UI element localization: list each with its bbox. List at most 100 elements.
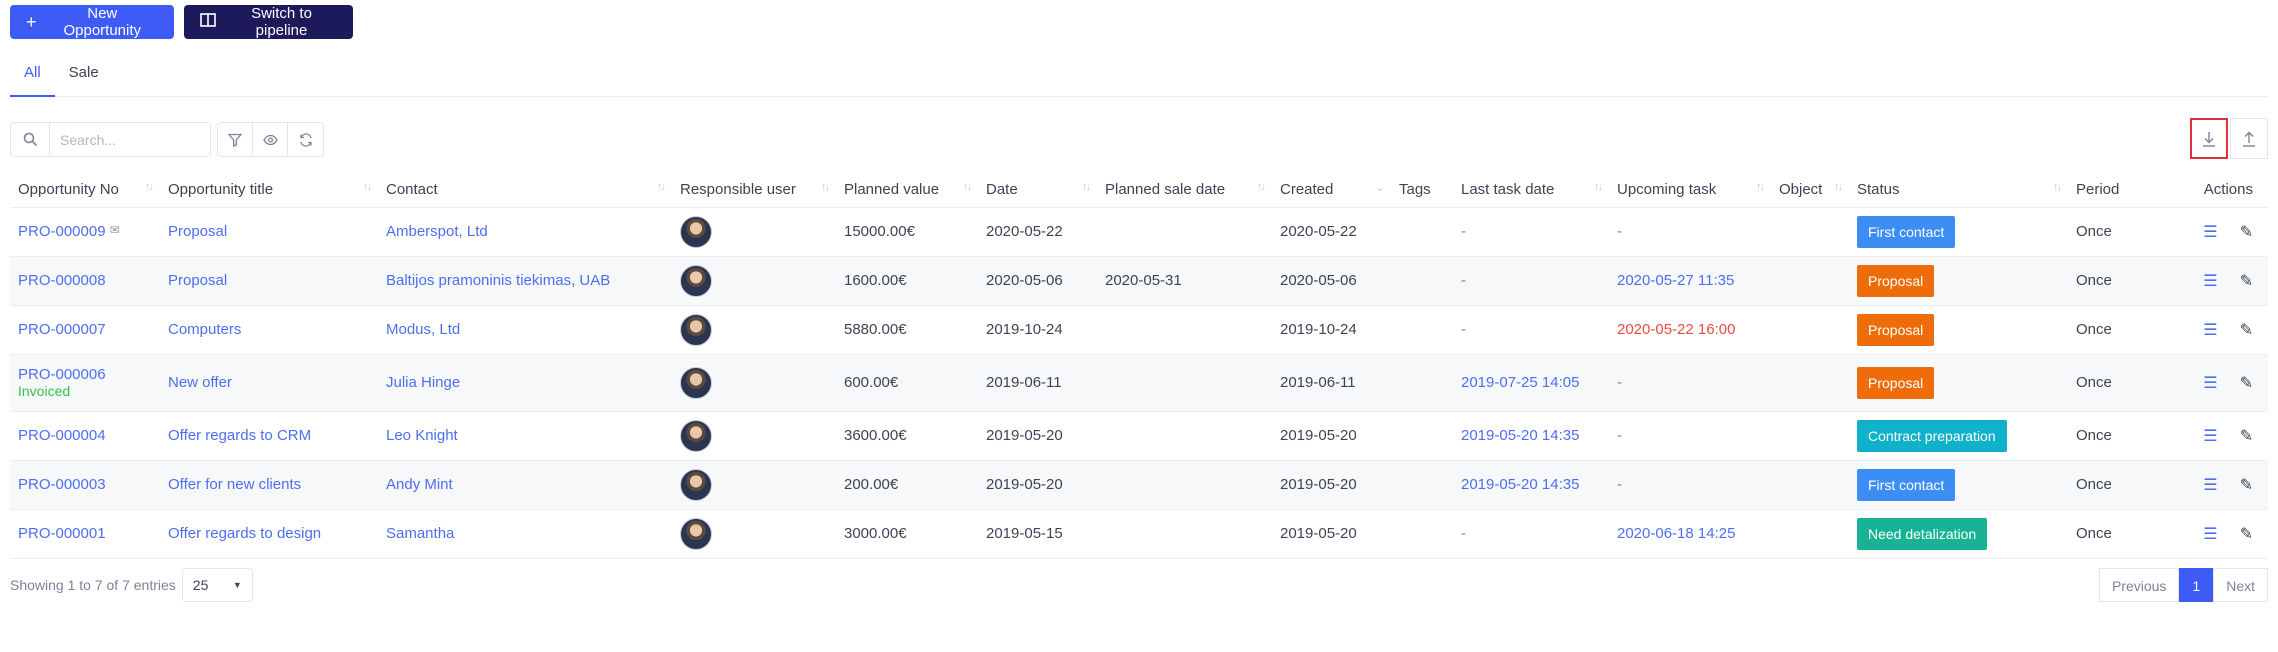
task-list-icon[interactable]: ☰ [2203, 475, 2217, 495]
upcoming-task-cell: 2020-05-22 16:00 [1609, 305, 1771, 355]
avatar[interactable] [680, 468, 712, 501]
task-list-icon[interactable]: ☰ [2203, 222, 2217, 242]
edit-icon[interactable]: ✎ [2240, 524, 2253, 544]
edit-icon[interactable]: ✎ [2240, 222, 2253, 242]
opportunity-no-link[interactable]: PRO-000003 [18, 476, 106, 493]
sort-icon: ↑↓ [963, 181, 972, 193]
opportunity-no-link[interactable]: PRO-000009 [18, 223, 106, 240]
opportunity-no-link[interactable]: PRO-000001 [18, 525, 106, 542]
table-row[interactable]: PRO-000008 Proposal Baltijos pramoninis ti… [10, 256, 2268, 306]
table-row[interactable]: PRO-000009 ✉ Proposal Amberspot, Ltd 15000.0… [10, 207, 2268, 257]
filter-icon[interactable] [218, 123, 253, 156]
last-task-date[interactable]: 2019-05-20 14:35 [1461, 476, 1579, 493]
opportunity-no-link[interactable]: PRO-000004 [18, 427, 106, 444]
contact-link[interactable]: Amberspot, Ltd [386, 223, 488, 240]
opportunity-title-link[interactable]: New offer [168, 374, 232, 391]
tab-all[interactable]: All [10, 56, 55, 97]
contact-link[interactable]: Andy Mint [386, 476, 453, 493]
column-header[interactable]: Upcoming task ↑↓ [1609, 172, 1771, 208]
column-header[interactable]: Opportunity title ↑↓ [160, 172, 378, 208]
contact-link[interactable]: Modus, Ltd [386, 321, 460, 338]
opportunity-title-link[interactable]: Offer regards to design [168, 525, 321, 542]
plus-icon: + [26, 12, 37, 32]
column-header[interactable]: Last task date ↑↓ [1453, 172, 1609, 208]
edit-icon[interactable]: ✎ [2240, 475, 2253, 495]
task-list-icon[interactable]: ☰ [2203, 320, 2217, 340]
table-tools [217, 122, 324, 157]
table-footer: Showing 1 to 7 of 7 entries 25 ▼ [10, 568, 253, 602]
avatar[interactable] [680, 215, 712, 248]
edit-icon[interactable]: ✎ [2240, 271, 2253, 291]
opportunity-no-cell: PRO-000007 [10, 305, 160, 355]
opportunity-title-link[interactable]: Proposal [168, 223, 227, 240]
contact-link[interactable]: Leo Knight [386, 427, 458, 444]
opportunity-title-link[interactable]: Offer for new clients [168, 476, 301, 493]
new-opportunity-button[interactable]: + New Opportunity [10, 5, 174, 39]
eye-icon[interactable] [253, 123, 288, 156]
column-header[interactable]: Planned value ↑↓ [836, 172, 978, 208]
object-cell [1771, 354, 1849, 412]
avatar[interactable] [680, 517, 712, 550]
search-input[interactable] [50, 123, 210, 156]
column-header[interactable]: Planned sale date ↑↓ [1097, 172, 1272, 208]
opportunity-title-link[interactable]: Offer regards to CRM [168, 427, 311, 444]
task-list-icon[interactable]: ☰ [2203, 524, 2217, 544]
avatar[interactable] [680, 313, 712, 346]
column-header[interactable]: Contact ↑↓ [378, 172, 672, 208]
edit-icon[interactable]: ✎ [2240, 426, 2253, 446]
avatar[interactable] [680, 419, 712, 452]
task-list-icon[interactable]: ☰ [2203, 373, 2217, 393]
tab-sale[interactable]: Sale [55, 56, 113, 97]
refresh-icon[interactable] [288, 123, 323, 156]
contact-link[interactable]: Baltijos pramoninis tiekimas, UAB [386, 272, 610, 289]
sort-icon: ↑↓ [821, 181, 830, 193]
column-header[interactable]: Date ↑↓ [978, 172, 1097, 208]
opportunity-no-cell: PRO-000004 [10, 411, 160, 461]
showing-entries-text: Showing 1 to 7 of 7 entries [10, 577, 176, 593]
column-header[interactable]: Opportunity No ↑↓ [10, 172, 160, 208]
opportunity-no-cell: PRO-000003 [10, 460, 160, 510]
opportunity-title-link[interactable]: Computers [168, 321, 241, 338]
upcoming-task[interactable]: 2020-06-18 14:25 [1617, 525, 1735, 542]
table-row[interactable]: PRO-000004 Offer regards to CRM Leo Knight… [10, 411, 2268, 461]
page-1-button[interactable]: 1 [2179, 568, 2214, 602]
last-task-date[interactable]: 2019-07-25 14:05 [1461, 374, 1579, 391]
switch-to-pipeline-button[interactable]: Switch to pipeline [184, 5, 353, 39]
last-task-date[interactable]: 2019-05-20 14:35 [1461, 427, 1579, 444]
column-header[interactable]: Status ↑↓ [1849, 172, 2068, 208]
opportunity-no-link[interactable]: PRO-000006 [18, 366, 106, 383]
table-row[interactable]: PRO-000001 Offer regards to design Samanth… [10, 509, 2268, 559]
status-cell: First contact [1849, 207, 2068, 257]
search-icon[interactable] [11, 123, 50, 156]
upcoming-task[interactable]: 2020-05-27 11:35 [1617, 272, 1734, 289]
last-task-date-cell: - [1453, 256, 1609, 306]
download-icon[interactable] [2190, 118, 2228, 159]
opportunity-no-link[interactable]: PRO-000007 [18, 321, 106, 338]
page-size-select[interactable]: 25 ▼ [181, 568, 253, 602]
contact-link[interactable]: Julia Hinge [386, 374, 460, 391]
upcoming-task[interactable]: 2020-05-22 16:00 [1617, 321, 1735, 338]
period-cell: Once [2068, 207, 2168, 257]
created-cell: 2019-05-20 [1272, 509, 1391, 559]
column-header[interactable]: Created ⌄ [1272, 172, 1391, 208]
task-list-icon[interactable]: ☰ [2203, 426, 2217, 446]
contact-link[interactable]: Samantha [386, 525, 454, 542]
next-page-button[interactable]: Next [2213, 568, 2268, 602]
opportunity-title-link[interactable]: Proposal [168, 272, 227, 289]
table-row[interactable]: PRO-000007 Computers Modus, Ltd 5880.00€ 201… [10, 305, 2268, 355]
edit-icon[interactable]: ✎ [2240, 373, 2253, 393]
avatar[interactable] [680, 366, 712, 399]
column-header[interactable]: Responsible user ↑↓ [672, 172, 836, 208]
avatar[interactable] [680, 264, 712, 297]
task-list-icon[interactable]: ☰ [2203, 271, 2217, 291]
table-row[interactable]: PRO-000006 Invoiced New offer Julia Hinge 60… [10, 354, 2268, 412]
upload-icon[interactable] [2230, 118, 2268, 159]
column-header[interactable]: Object ↑↓ [1771, 172, 1849, 208]
opportunity-no-link[interactable]: PRO-000008 [18, 272, 106, 289]
table-row[interactable]: PRO-000003 Offer for new clients Andy Mint… [10, 460, 2268, 510]
column-header[interactable]: Tags [1391, 172, 1453, 208]
column-header[interactable]: Period [2068, 172, 2168, 208]
columns-icon [200, 13, 216, 31]
edit-icon[interactable]: ✎ [2240, 320, 2253, 340]
previous-page-button[interactable]: Previous [2098, 568, 2180, 602]
